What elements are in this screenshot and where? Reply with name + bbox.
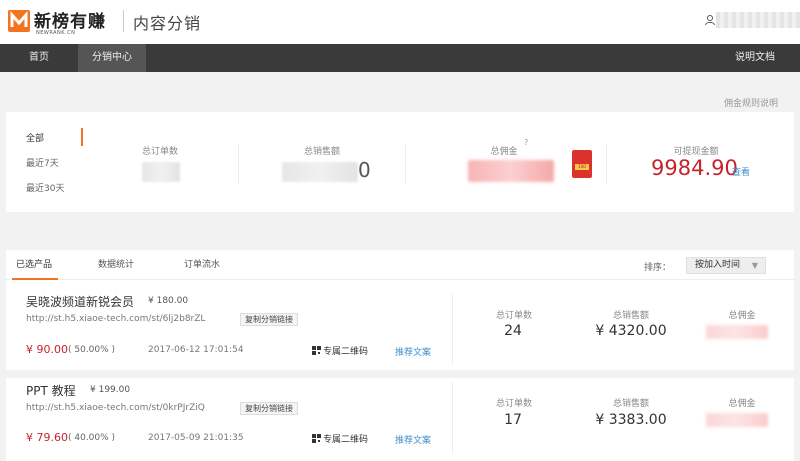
row-orders-value: 24 xyxy=(504,323,522,339)
nav-home[interactable]: 首页 xyxy=(0,44,78,72)
stat-orders-label: 总订单数 xyxy=(141,147,178,157)
qr-code-icon xyxy=(312,346,321,355)
filter-30-days[interactable]: 最近30天 xyxy=(26,181,64,194)
red-packet-icon[interactable]: 100 xyxy=(572,150,592,178)
product-url[interactable]: http://st.h5.xiaoe-tech.com/st/6lj2b8rZL xyxy=(26,314,205,324)
stat-sales-label: 总销售额 xyxy=(303,147,340,157)
user-icon[interactable] xyxy=(704,14,716,26)
stat-divider xyxy=(238,144,239,184)
row-sales-value: ¥ 3383.00 xyxy=(595,412,667,428)
copy-link-button[interactable]: 复制分销链接 xyxy=(240,313,298,326)
qr-code-label: 专属二维码 xyxy=(323,435,369,445)
stat-orders-value-redacted xyxy=(142,162,180,182)
row-commission-label: 总佣金 xyxy=(728,311,756,321)
row-sales-label: 总销售额 xyxy=(612,399,649,409)
withdrawable-amount: 9984.90 xyxy=(651,156,738,180)
chevron-down-icon: ▼ xyxy=(751,261,758,270)
product-commission-rate: ( 50.00% ) xyxy=(68,345,116,355)
qr-code-label: 专属二维码 xyxy=(323,347,369,357)
sort-value: 按加入时间 xyxy=(695,260,741,270)
product-commission-rate: ( 40.00% ) xyxy=(68,433,116,443)
stat-divider xyxy=(606,144,607,184)
row-commission-value-redacted xyxy=(706,413,768,427)
brand-name[interactable]: 新榜有赚 xyxy=(34,7,106,32)
row-commission-value-redacted xyxy=(706,325,768,339)
product-added-date: 2017-05-09 21:01:35 xyxy=(148,433,244,443)
stat-sales-value-tail: 0 xyxy=(358,158,371,182)
header-divider xyxy=(123,10,124,32)
copy-link-button[interactable]: 复制分销链接 xyxy=(240,402,298,415)
view-withdrawable-link[interactable]: 查看 xyxy=(732,165,750,178)
recommend-copy-link[interactable]: 推荐文案 xyxy=(395,433,431,446)
user-name-redacted[interactable] xyxy=(716,12,800,28)
qr-code-link[interactable]: 专属二维码 xyxy=(312,344,368,357)
product-added-date: 2017-06-12 17:01:54 xyxy=(148,345,244,355)
filter-all[interactable]: 全部 xyxy=(26,131,44,144)
red-packet-amount: 100 xyxy=(575,164,589,170)
row-sales-label: 总销售额 xyxy=(612,311,649,321)
tab-active-underline xyxy=(12,278,58,280)
row-separator xyxy=(6,370,794,378)
stat-divider xyxy=(405,144,406,184)
stat-commission-label: 总佣金 xyxy=(490,147,518,157)
row-divider xyxy=(452,294,453,364)
commission-rules-link[interactable]: 佣金规则说明 xyxy=(724,96,778,109)
row-orders-label: 总订单数 xyxy=(495,311,532,321)
tab-order-flow[interactable]: 订单流水 xyxy=(184,250,220,280)
product-url[interactable]: http://st.h5.xiaoe-tech.com/st/0krPJrZiQ xyxy=(26,403,205,413)
product-name[interactable]: PPT 教程 xyxy=(26,382,76,399)
qr-code-link[interactable]: 专属二维码 xyxy=(312,432,368,445)
stat-sales-value-redacted xyxy=(282,162,358,182)
tab-selected-products[interactable]: 已选产品 xyxy=(16,250,52,280)
brand-subtitle: NEWRANK.CN xyxy=(36,30,76,36)
nav-distribution-center[interactable]: 分销中心 xyxy=(78,44,146,72)
row-orders-label: 总订单数 xyxy=(495,399,532,409)
recommend-copy-link[interactable]: 推荐文案 xyxy=(395,345,431,358)
main-nav: 首页 分销中心 说明文档 xyxy=(0,44,800,72)
tab-data-stats[interactable]: 数据统计 xyxy=(98,250,134,280)
filter-7-days[interactable]: 最近7天 xyxy=(26,156,59,169)
row-divider xyxy=(452,382,453,454)
products-panel: 已选产品 数据统计 订单流水 排序： 按加入时间 ▼ 吴晓波频道新锐会员 ¥ 1… xyxy=(6,250,794,461)
filter-active-indicator xyxy=(81,128,83,146)
product-price: ¥ 180.00 xyxy=(148,296,189,306)
product-commission: ¥ 90.00 xyxy=(26,343,68,356)
product-title: 内容分销 xyxy=(133,14,202,33)
sort-label: 排序： xyxy=(644,263,672,273)
tab-bar: 已选产品 数据统计 订单流水 排序： 按加入时间 ▼ xyxy=(6,250,794,280)
row-sales-value: ¥ 4320.00 xyxy=(595,323,667,339)
product-name[interactable]: 吴晓波频道新锐会员 xyxy=(26,293,134,310)
row-commission-label: 总佣金 xyxy=(728,399,756,409)
commission-help-icon[interactable]: ? xyxy=(524,138,528,147)
newrank-logo-icon[interactable] xyxy=(8,10,30,32)
sort-select[interactable]: 按加入时间 ▼ xyxy=(686,257,766,274)
product-commission: ¥ 79.60 xyxy=(26,431,68,444)
row-orders-value: 17 xyxy=(504,412,522,428)
top-header: 新榜有赚 NEWRANK.CN 内容分销 xyxy=(0,0,800,44)
qr-code-icon xyxy=(312,434,321,443)
product-price: ¥ 199.00 xyxy=(90,385,131,395)
nav-docs[interactable]: 说明文档 xyxy=(735,44,775,72)
stat-commission-value-redacted xyxy=(468,160,554,182)
